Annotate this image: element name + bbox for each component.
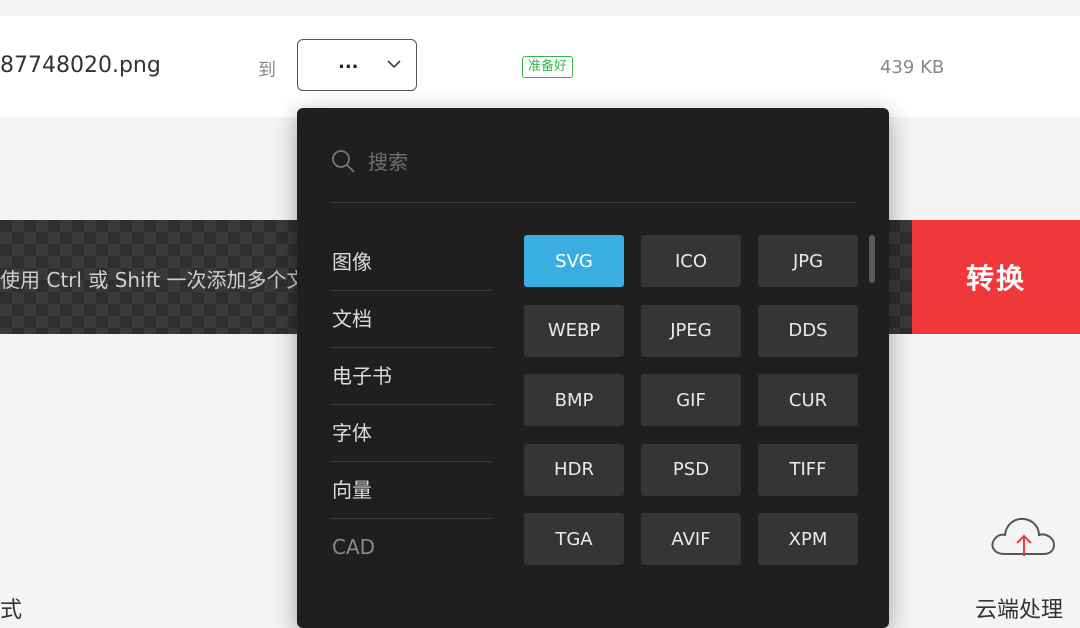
category-image[interactable]: 图像 xyxy=(330,234,492,291)
format-bmp-button[interactable]: BMP xyxy=(524,374,624,426)
format-jpeg-button[interactable]: JPEG xyxy=(641,304,741,357)
format-tiff-button[interactable]: TIFF xyxy=(758,443,858,496)
chevron-down-icon xyxy=(387,60,401,69)
format-webp-button[interactable]: WEBP xyxy=(524,304,624,357)
cloud-processing-label: 云端处理 xyxy=(975,598,1064,623)
format-xpm-button[interactable]: XPM xyxy=(758,513,858,565)
cloud-upload-icon[interactable] xyxy=(988,510,1060,562)
format-grid: SVG ICO JPG WEBP JPEG DDS BMP GIF CUR HD… xyxy=(524,235,860,565)
format-select[interactable]: ... xyxy=(297,39,417,91)
file-name: 87748020.png xyxy=(0,53,161,78)
category-document[interactable]: 文档 xyxy=(330,291,492,348)
status-badge: 准备好 xyxy=(522,56,574,78)
format-dds-button[interactable]: DDS xyxy=(758,304,858,357)
category-vector[interactable]: 向量 xyxy=(330,462,492,519)
format-tga-button[interactable]: TGA xyxy=(524,513,624,565)
file-row: 87748020.png 到 ... 准备好 439 KB xyxy=(0,16,1080,117)
category-ebook[interactable]: 电子书 xyxy=(330,348,492,405)
dropdown-scrollbar[interactable] xyxy=(869,235,875,283)
convert-button[interactable]: 转换 xyxy=(912,220,1080,334)
format-psd-button[interactable]: PSD xyxy=(641,443,741,496)
search-row xyxy=(330,142,856,203)
format-cur-button[interactable]: CUR xyxy=(758,374,858,426)
selected-format: ... xyxy=(338,52,359,73)
category-font[interactable]: 字体 xyxy=(330,405,492,462)
left-fragment-text: 式 xyxy=(0,598,23,623)
category-list: 图像 文档 电子书 字体 向量 CAD xyxy=(330,234,492,576)
format-gif-button[interactable]: GIF xyxy=(641,374,741,426)
format-jpg-button[interactable]: JPG xyxy=(758,235,858,287)
format-avif-button[interactable]: AVIF xyxy=(641,513,741,565)
search-icon xyxy=(332,150,355,173)
format-hdr-button[interactable]: HDR xyxy=(524,443,624,496)
format-svg-button[interactable]: SVG xyxy=(524,235,624,287)
file-size: 439 KB xyxy=(880,57,945,78)
format-ico-button[interactable]: ICO xyxy=(641,235,741,287)
to-label: 到 xyxy=(258,60,276,81)
search-input[interactable] xyxy=(366,146,770,178)
drop-hint: 使用 Ctrl 或 Shift 一次添加多个文件 xyxy=(0,268,327,292)
format-dropdown: 图像 文档 电子书 字体 向量 CAD SVG ICO JPG WEBP JPE… xyxy=(297,108,889,628)
category-cad[interactable]: CAD xyxy=(330,519,492,576)
